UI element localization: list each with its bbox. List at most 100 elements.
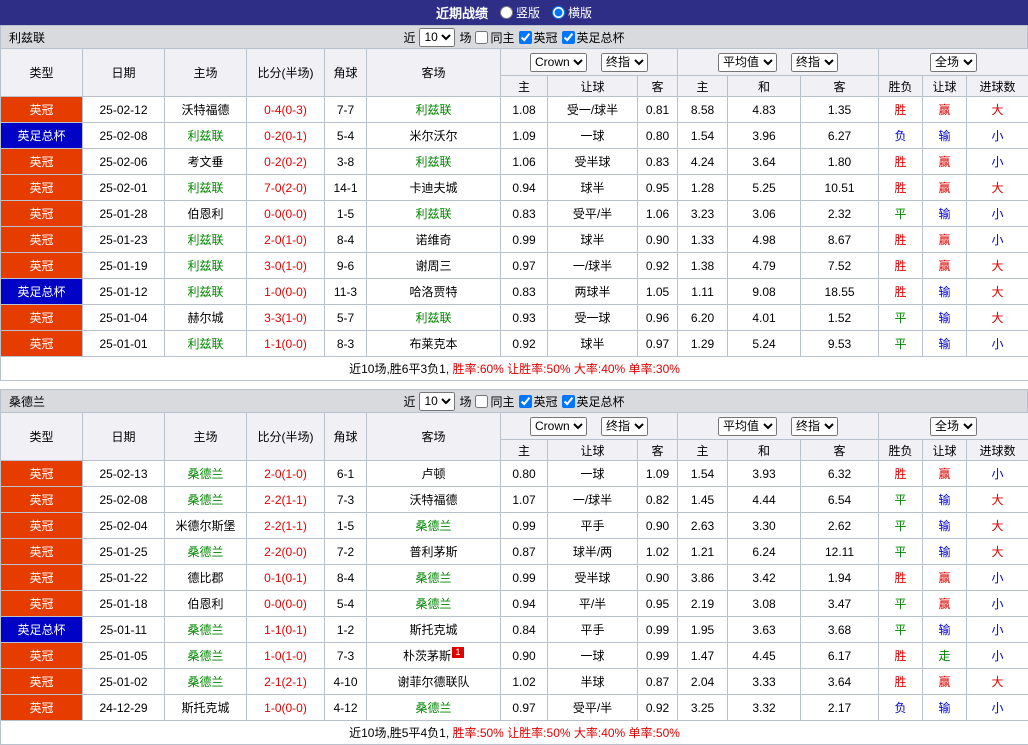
euro-home-odds: 6.20 bbox=[678, 305, 728, 331]
home-team-cell-name: 桑德兰 bbox=[187, 545, 223, 559]
away-team-cell-name: 桑德兰 bbox=[415, 519, 451, 533]
table-row: 英冠25-02-13桑德兰2-0(1-0)6-1卢顿0.80一球1.091.54… bbox=[1, 461, 1028, 487]
away-team-cell-name: 布莱克本 bbox=[409, 337, 457, 351]
team-name: 利兹联 bbox=[9, 29, 45, 46]
euro-home-odds: 1.33 bbox=[678, 227, 728, 253]
match-count-select[interactable]: 10 bbox=[419, 28, 455, 47]
away-team-cell-name: 米尔沃尔 bbox=[409, 129, 457, 143]
fulltime-scope-select[interactable]: 全场 bbox=[930, 53, 977, 72]
section-header-bar: 桑德兰近10场同主英冠英足总杯 bbox=[0, 389, 1028, 412]
horizontal-layout-radio[interactable] bbox=[552, 6, 565, 19]
layout-option-horizontal[interactable]: 横版 bbox=[552, 4, 592, 21]
home-team-cell[interactable]: 利兹联 bbox=[165, 175, 247, 201]
handicap-cell: 受半球 bbox=[548, 565, 638, 591]
away-team-cell[interactable]: 桑德兰 bbox=[367, 565, 501, 591]
filter-option-fa-cup[interactable]: 英足总杯 bbox=[562, 29, 625, 46]
home-team-cell[interactable]: 桑德兰 bbox=[165, 487, 247, 513]
bookmaker-select[interactable]: Crown bbox=[530, 417, 587, 436]
filter-option-fa-cup[interactable]: 英足总杯 bbox=[562, 393, 625, 410]
avg-odds-select[interactable]: 平均值 bbox=[718, 417, 777, 436]
home-team-cell[interactable]: 桑德兰 bbox=[165, 539, 247, 565]
bookmaker-final-select[interactable]: 终指 bbox=[601, 53, 648, 72]
bookmaker-select[interactable]: Crown bbox=[530, 53, 587, 72]
asian-away-odds: 1.02 bbox=[638, 539, 678, 565]
away-team-cell[interactable]: 桑德兰 bbox=[367, 591, 501, 617]
asian-away-odds: 0.95 bbox=[638, 175, 678, 201]
filter-option-league-championship[interactable]: 英冠 bbox=[519, 29, 558, 46]
date-cell: 25-01-11 bbox=[83, 617, 165, 643]
goals-result-cell: 小 bbox=[967, 461, 1028, 487]
euro-home-odds: 2.19 bbox=[678, 591, 728, 617]
filter-option-league-championship[interactable]: 英冠 bbox=[519, 393, 558, 410]
home-team-cell[interactable]: 桑德兰 bbox=[165, 461, 247, 487]
away-team-cell[interactable]: 利兹联 bbox=[367, 149, 501, 175]
asian-away-odds: 1.05 bbox=[638, 279, 678, 305]
layout-option-vertical[interactable]: 竖版 bbox=[500, 4, 540, 21]
away-team-cell[interactable]: 桑德兰 bbox=[367, 695, 501, 721]
col-header-corners: 角球 bbox=[325, 49, 367, 97]
date-cell: 25-01-18 bbox=[83, 591, 165, 617]
asian-away-odds: 0.90 bbox=[638, 565, 678, 591]
euro-away-odds: 1.94 bbox=[801, 565, 879, 591]
avg-final-select[interactable]: 终指 bbox=[791, 417, 838, 436]
euro-draw-odds: 3.63 bbox=[728, 617, 801, 643]
col-header-euro-draw: 和 bbox=[728, 76, 801, 97]
home-team-cell[interactable]: 利兹联 bbox=[165, 123, 247, 149]
vertical-layout-radio[interactable] bbox=[500, 6, 513, 19]
col-header-handicap-result: 让球 bbox=[923, 440, 967, 461]
table-row: 英冠25-01-28伯恩利0-0(0-0)1-5利兹联0.83受平/半1.063… bbox=[1, 201, 1028, 227]
fulltime-scope-select[interactable]: 全场 bbox=[930, 417, 977, 436]
away-team-cell[interactable]: 利兹联 bbox=[367, 201, 501, 227]
handicap-cell: 一球 bbox=[548, 643, 638, 669]
asian-home-odds: 0.92 bbox=[501, 331, 548, 357]
checkbox-league-championship[interactable] bbox=[519, 31, 532, 44]
result-cell: 平 bbox=[879, 591, 923, 617]
table-row: 英足总杯25-01-11桑德兰1-1(0-1)1-2斯托克城0.84平手0.99… bbox=[1, 617, 1028, 643]
away-team-cell[interactable]: 桑德兰 bbox=[367, 513, 501, 539]
header-select-row: 类型日期主场比分(半场)角球客场Crown终指平均值终指全场 bbox=[1, 413, 1028, 440]
avg-odds-select[interactable]: 平均值 bbox=[718, 53, 777, 72]
away-team-cell[interactable]: 利兹联 bbox=[367, 97, 501, 123]
score-cell: 1-0(0-0) bbox=[247, 279, 325, 305]
away-team-cell-name: 卢顿 bbox=[421, 467, 445, 481]
filter-option-same-home[interactable]: 同主 bbox=[475, 393, 514, 410]
filter-option-same-home[interactable]: 同主 bbox=[475, 29, 514, 46]
asian-home-odds: 1.02 bbox=[501, 669, 548, 695]
col-header-date: 日期 bbox=[83, 413, 165, 461]
result-cell: 胜 bbox=[879, 565, 923, 591]
checkbox-fa-cup[interactable] bbox=[562, 395, 575, 408]
home-team-cell[interactable]: 利兹联 bbox=[165, 331, 247, 357]
handicap-cell: 受一球 bbox=[548, 305, 638, 331]
match-count-select[interactable]: 10 bbox=[419, 392, 455, 411]
away-team-cell-name: 桑德兰 bbox=[415, 597, 451, 611]
goals-result-cell: 大 bbox=[967, 513, 1028, 539]
score-cell: 1-1(0-0) bbox=[247, 331, 325, 357]
home-team-cell[interactable]: 利兹联 bbox=[165, 227, 247, 253]
result-cell: 胜 bbox=[879, 149, 923, 175]
home-team-cell[interactable]: 利兹联 bbox=[165, 279, 247, 305]
avg-final-select[interactable]: 终指 bbox=[791, 53, 838, 72]
home-team-cell[interactable]: 桑德兰 bbox=[165, 617, 247, 643]
home-team-cell[interactable]: 利兹联 bbox=[165, 253, 247, 279]
euro-away-odds: 18.55 bbox=[801, 279, 879, 305]
away-team-cell[interactable]: 利兹联 bbox=[367, 305, 501, 331]
away-team-cell: 朴茨茅斯1 bbox=[367, 643, 501, 669]
checkbox-same-home[interactable] bbox=[475, 31, 488, 44]
home-team-cell[interactable]: 桑德兰 bbox=[165, 669, 247, 695]
euro-away-odds: 1.52 bbox=[801, 305, 879, 331]
topbar: 近期战绩 竖版 横版 bbox=[0, 0, 1028, 25]
asian-away-odds: 0.87 bbox=[638, 669, 678, 695]
col-header-home: 主场 bbox=[165, 49, 247, 97]
summary-cell: 近10场,胜6平3负1, 胜率:60% 让胜率:50% 大率:40% 单率:30… bbox=[1, 357, 1028, 381]
checkbox-same-home[interactable] bbox=[475, 395, 488, 408]
vertical-layout-label: 竖版 bbox=[516, 4, 540, 21]
sections-container: 利兹联近10场同主英冠英足总杯类型日期主场比分(半场)角球客场Crown终指平均… bbox=[0, 25, 1028, 745]
home-team-cell-name: 利兹联 bbox=[187, 259, 223, 273]
bookmaker-final-select[interactable]: 终指 bbox=[601, 417, 648, 436]
home-team-cell-name: 利兹联 bbox=[187, 285, 223, 299]
home-team-cell[interactable]: 桑德兰 bbox=[165, 643, 247, 669]
near-label: 近 bbox=[403, 29, 415, 46]
checkbox-league-championship[interactable] bbox=[519, 395, 532, 408]
checkbox-fa-cup[interactable] bbox=[562, 31, 575, 44]
corners-cell: 4-10 bbox=[325, 669, 367, 695]
